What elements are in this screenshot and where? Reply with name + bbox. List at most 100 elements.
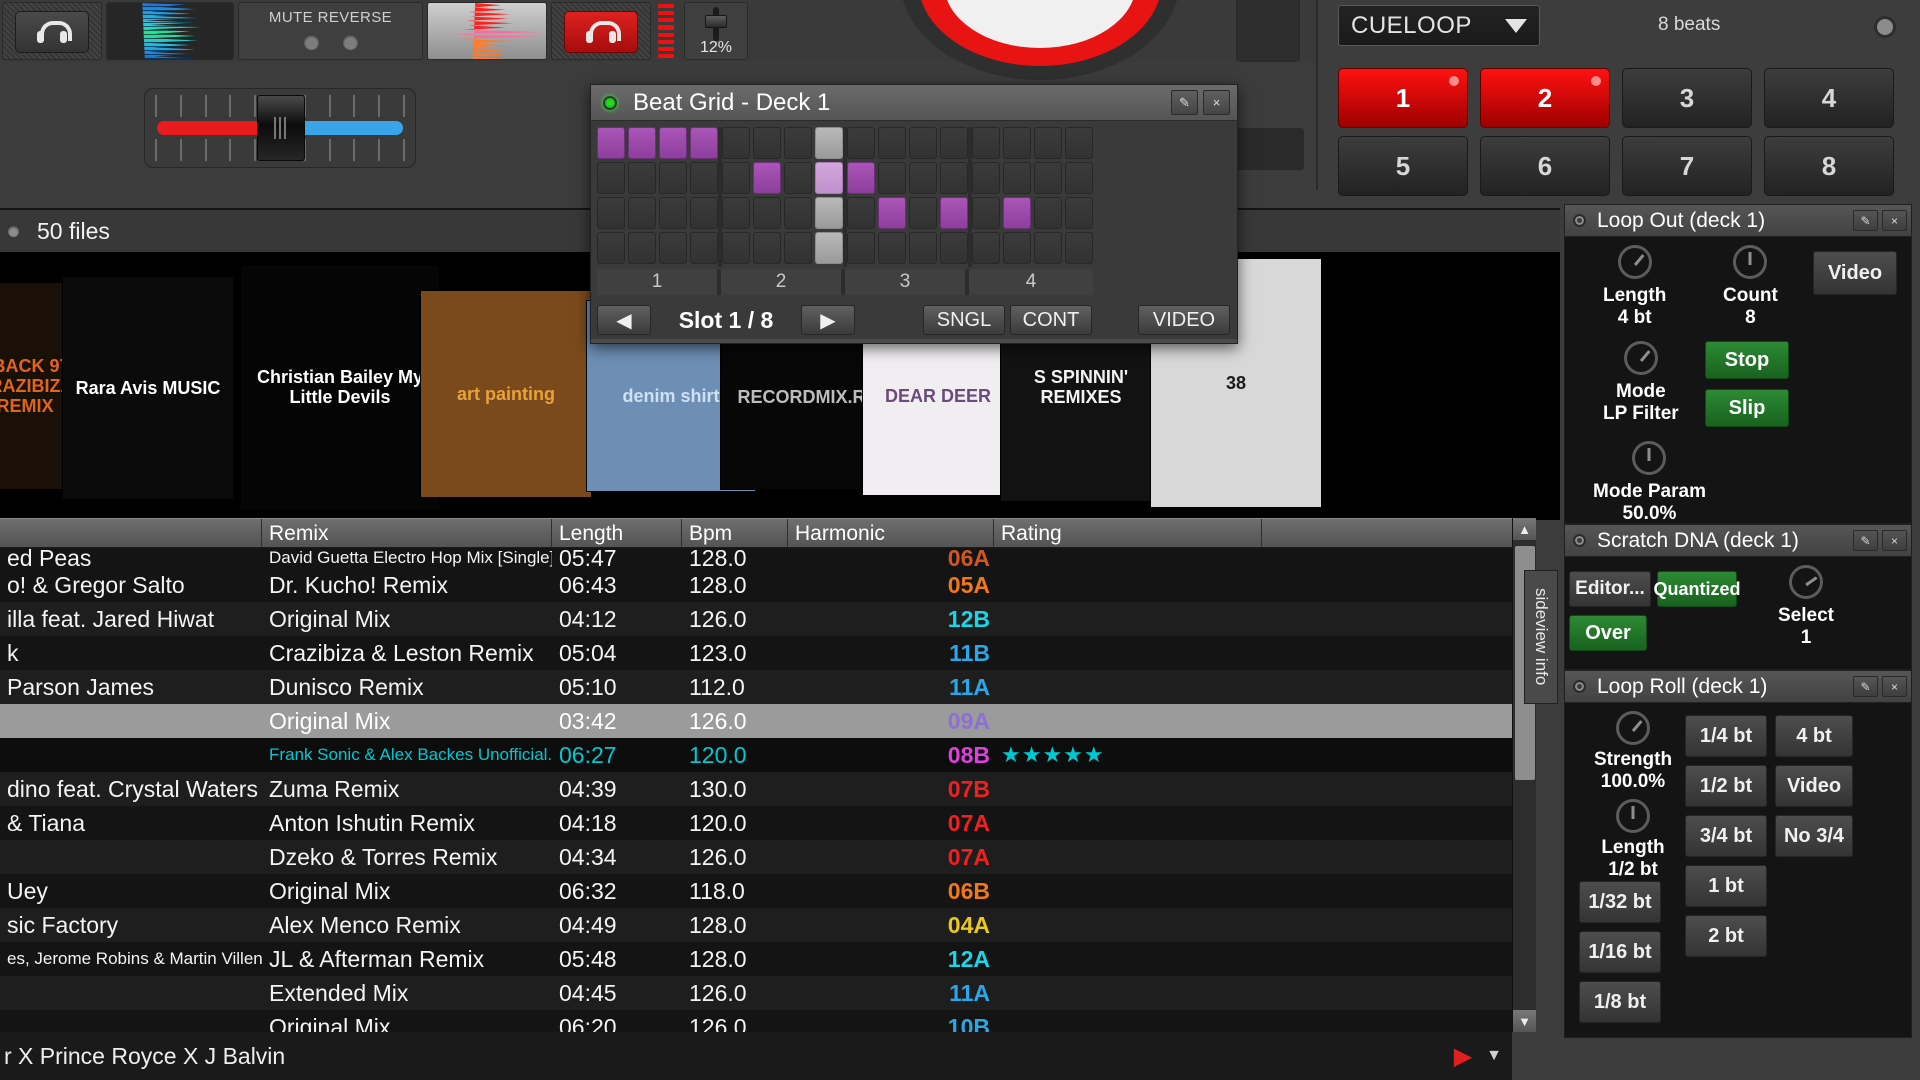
beat-grid-cell[interactable] (815, 162, 843, 194)
pad-button-6[interactable]: 6 (1480, 136, 1610, 196)
table-row[interactable]: o! & Gregor Salto Dr. Kucho! Remix 06:43 12… (0, 568, 1512, 602)
pad-button-5[interactable]: 5 (1338, 136, 1468, 196)
beat-grid-cell[interactable] (722, 162, 750, 194)
pad-button-3[interactable]: 3 (1622, 68, 1752, 128)
sideview-info-tab[interactable]: sideview info (1524, 570, 1558, 704)
beat-grid-cell[interactable] (659, 232, 687, 264)
beat-grid-column[interactable] (722, 127, 750, 267)
knob-strength-wrap[interactable]: Strength 100.0% (1583, 711, 1683, 793)
knob-length-wrap[interactable]: Length 4 bt (1603, 245, 1666, 329)
beat-grid-column[interactable] (878, 127, 906, 267)
beat-grid-cell[interactable] (753, 232, 781, 264)
slot-next-button[interactable]: ▶ (801, 305, 855, 335)
quantized-button[interactable]: Quantized (1654, 571, 1741, 607)
beat-grid-playhead-column[interactable] (815, 127, 843, 267)
crossfader-handle[interactable] (257, 95, 305, 161)
beat-grid-cell[interactable] (1065, 162, 1093, 194)
knob-count-wrap[interactable]: Count 8 (1723, 245, 1778, 329)
column-header-artist[interactable] (0, 519, 262, 547)
panel-loop-roll-header[interactable]: Loop Roll (deck 1) ✎ × (1565, 671, 1911, 703)
roll-length-knob[interactable] (1616, 799, 1650, 833)
waveform-right[interactable] (427, 2, 547, 60)
beat-grid-cell[interactable] (878, 162, 906, 194)
pad-button-7[interactable]: 7 (1622, 136, 1752, 196)
two-bt-button[interactable]: 2 bt (1685, 915, 1767, 957)
quarter-bt-button[interactable]: 1/4 bt (1685, 715, 1767, 757)
chevron-down-icon[interactable]: ▼ (1486, 1047, 1512, 1065)
editor-button[interactable]: Editor... (1569, 571, 1651, 607)
beat-grid-cell[interactable] (628, 232, 656, 264)
cover-art[interactable]: Rara Avis MUSIC (62, 276, 234, 500)
video-button[interactable]: Video (1775, 765, 1853, 807)
pitch-knob[interactable] (705, 15, 727, 28)
crossfader[interactable] (144, 88, 416, 168)
table-row[interactable]: & Tiana Anton Ishutin Remix 04:18 120.0 07A (0, 806, 1512, 840)
beat-grid-cell[interactable] (909, 162, 937, 194)
cell-rating[interactable]: ★★★★★ (994, 742, 1262, 768)
beat-grid-cell[interactable] (722, 232, 750, 264)
beat-grid-cell[interactable] (659, 162, 687, 194)
beat-grid-column[interactable] (597, 127, 625, 267)
sngl-button[interactable]: SNGL (923, 305, 1005, 335)
pin-button[interactable]: ✎ (1853, 210, 1878, 231)
headphone-left-button[interactable] (15, 11, 89, 53)
knob-select-wrap[interactable]: Select 1 (1761, 565, 1851, 649)
table-body[interactable]: ed Peas David Guetta Electro Hop Mix [Sin… (0, 548, 1512, 1044)
pin-button[interactable]: ✎ (1853, 676, 1878, 697)
beat-grid-column[interactable] (1065, 127, 1093, 267)
beat-grid-cell[interactable] (628, 197, 656, 229)
beat-grid-cell[interactable] (909, 197, 937, 229)
slot-prev-button[interactable]: ◀ (597, 305, 651, 335)
beat-grid-cell[interactable] (628, 162, 656, 194)
beat-grid-cell[interactable] (690, 127, 718, 159)
cover-art[interactable]: Christian Bailey My Little Devils (240, 264, 440, 510)
beat-grid-cell[interactable] (847, 197, 875, 229)
deck-tab[interactable] (1236, 0, 1300, 62)
pad-mode-dropdown[interactable]: CUELOOP (1338, 5, 1540, 46)
beat-grid-column[interactable] (659, 127, 687, 267)
panel-scratch-dna-header[interactable]: Scratch DNA (deck 1) ✎ × (1565, 525, 1911, 557)
beat-grid-titlebar[interactable]: Beat Grid - Deck 1 ✎ × (591, 85, 1237, 121)
beat-grid-cell[interactable] (878, 197, 906, 229)
beat-grid-cell[interactable] (784, 197, 812, 229)
beat-grid-cell[interactable] (1034, 127, 1062, 159)
pad-button-8[interactable]: 8 (1764, 136, 1894, 196)
beat-grid-cell[interactable] (753, 197, 781, 229)
beat-grid-cell[interactable] (815, 232, 843, 264)
knob-mode-param-wrap[interactable]: Mode Param 50.0% (1593, 441, 1706, 525)
beat-grid-cell[interactable] (597, 127, 625, 159)
table-row[interactable]: sic Factory Alex Menco Remix 04:49 128.0 04A (0, 908, 1512, 942)
beat-grid-cell[interactable] (784, 162, 812, 194)
close-button[interactable]: × (1203, 90, 1230, 115)
beat-grid-cell[interactable] (847, 162, 875, 194)
table-row[interactable]: es, Jerome Robins & Martin Villene... JL … (0, 942, 1512, 976)
cover-art[interactable]: art painting (420, 290, 592, 498)
beat-grid-cell[interactable] (659, 127, 687, 159)
reverse-toggle[interactable] (342, 35, 358, 50)
play-icon[interactable]: ▶ (1454, 1042, 1486, 1071)
beat-grid-cell[interactable] (1065, 232, 1093, 264)
column-header-rating[interactable]: Rating (994, 519, 1262, 547)
table-row[interactable]: dino feat. Crystal Waters Zuma Remix 04:39… (0, 772, 1512, 806)
column-header-bpm[interactable]: Bpm (682, 519, 788, 547)
table-row[interactable]: Frank Sonic & Alex Backes Unofficial... 0… (0, 738, 1512, 772)
beat-grid-cell[interactable] (1034, 162, 1062, 194)
beat-grid-cell[interactable] (1034, 232, 1062, 264)
select-knob[interactable] (1789, 565, 1823, 599)
one-sixteenth-bt-button[interactable]: 1/16 bt (1579, 931, 1661, 973)
beat-grid-column[interactable] (909, 127, 937, 267)
beat-grid-cell[interactable] (628, 127, 656, 159)
no-three-quarter-button[interactable]: No 3/4 (1775, 815, 1853, 857)
beat-grid-column[interactable] (847, 127, 875, 267)
column-header-length[interactable]: Length (552, 519, 682, 547)
four-bt-button[interactable]: 4 bt (1775, 715, 1853, 757)
beat-grid-cell[interactable] (753, 162, 781, 194)
length-knob[interactable] (1617, 245, 1652, 279)
beat-grid-cell[interactable] (909, 127, 937, 159)
table-row[interactable]: Dzeko & Torres Remix 04:34 126.0 07A (0, 840, 1512, 874)
table-row[interactable]: illa feat. Jared Hiwat Original Mix 04:12 1… (0, 602, 1512, 636)
beat-grid-column[interactable] (1034, 127, 1062, 267)
three-quarter-bt-button[interactable]: 3/4 bt (1685, 815, 1767, 857)
table-row[interactable]: Parson James Dunisco Remix 05:10 112.0 11A (0, 670, 1512, 704)
beat-grid-cell[interactable] (972, 127, 1000, 159)
